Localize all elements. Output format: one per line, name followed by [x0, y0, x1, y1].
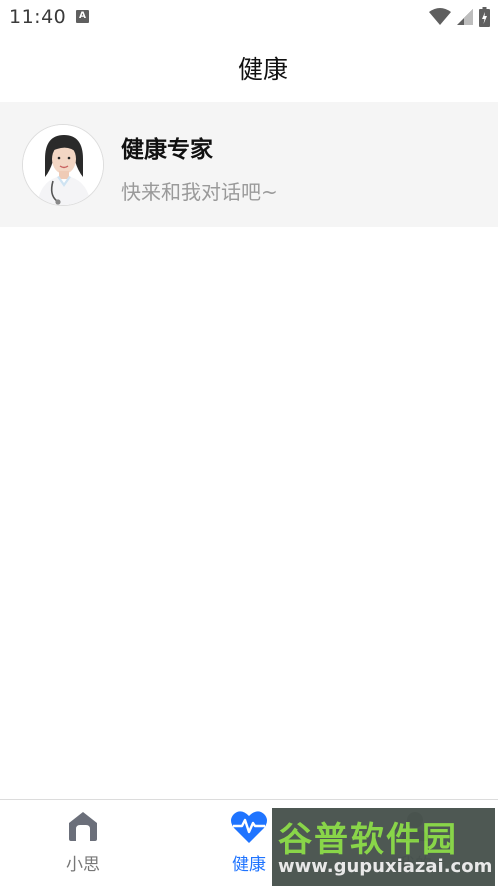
nav-item-home[interactable]: 小思: [28, 800, 138, 887]
watermark-title: 谷普软件园: [278, 820, 458, 860]
page-title: 健康: [237, 55, 288, 84]
status-icons: [429, 7, 490, 27]
battery-icon: [479, 7, 490, 27]
page-header: 健康: [0, 34, 498, 102]
signal-icon: [457, 9, 473, 25]
nav-label-home: 小思: [66, 855, 100, 875]
wifi-icon: [429, 8, 451, 25]
watermark-overlay: 谷普软件园 www.gupuxiazai.com: [272, 808, 495, 886]
heart-pulse-icon: [231, 811, 267, 843]
chat-item-preview: 快来和我对话吧~: [121, 180, 278, 204]
watermark-url: www.gupuxiazai.com: [278, 856, 493, 877]
chat-list-item[interactable]: [0, 102, 498, 227]
status-time: 11:40: [9, 6, 67, 28]
home-icon: [69, 812, 97, 841]
status-bar: 11:40 A: [0, 0, 498, 34]
doctor-avatar: [22, 124, 104, 206]
chat-item-name: 健康专家: [121, 137, 213, 163]
accessibility-notification-icon: A: [76, 10, 89, 23]
